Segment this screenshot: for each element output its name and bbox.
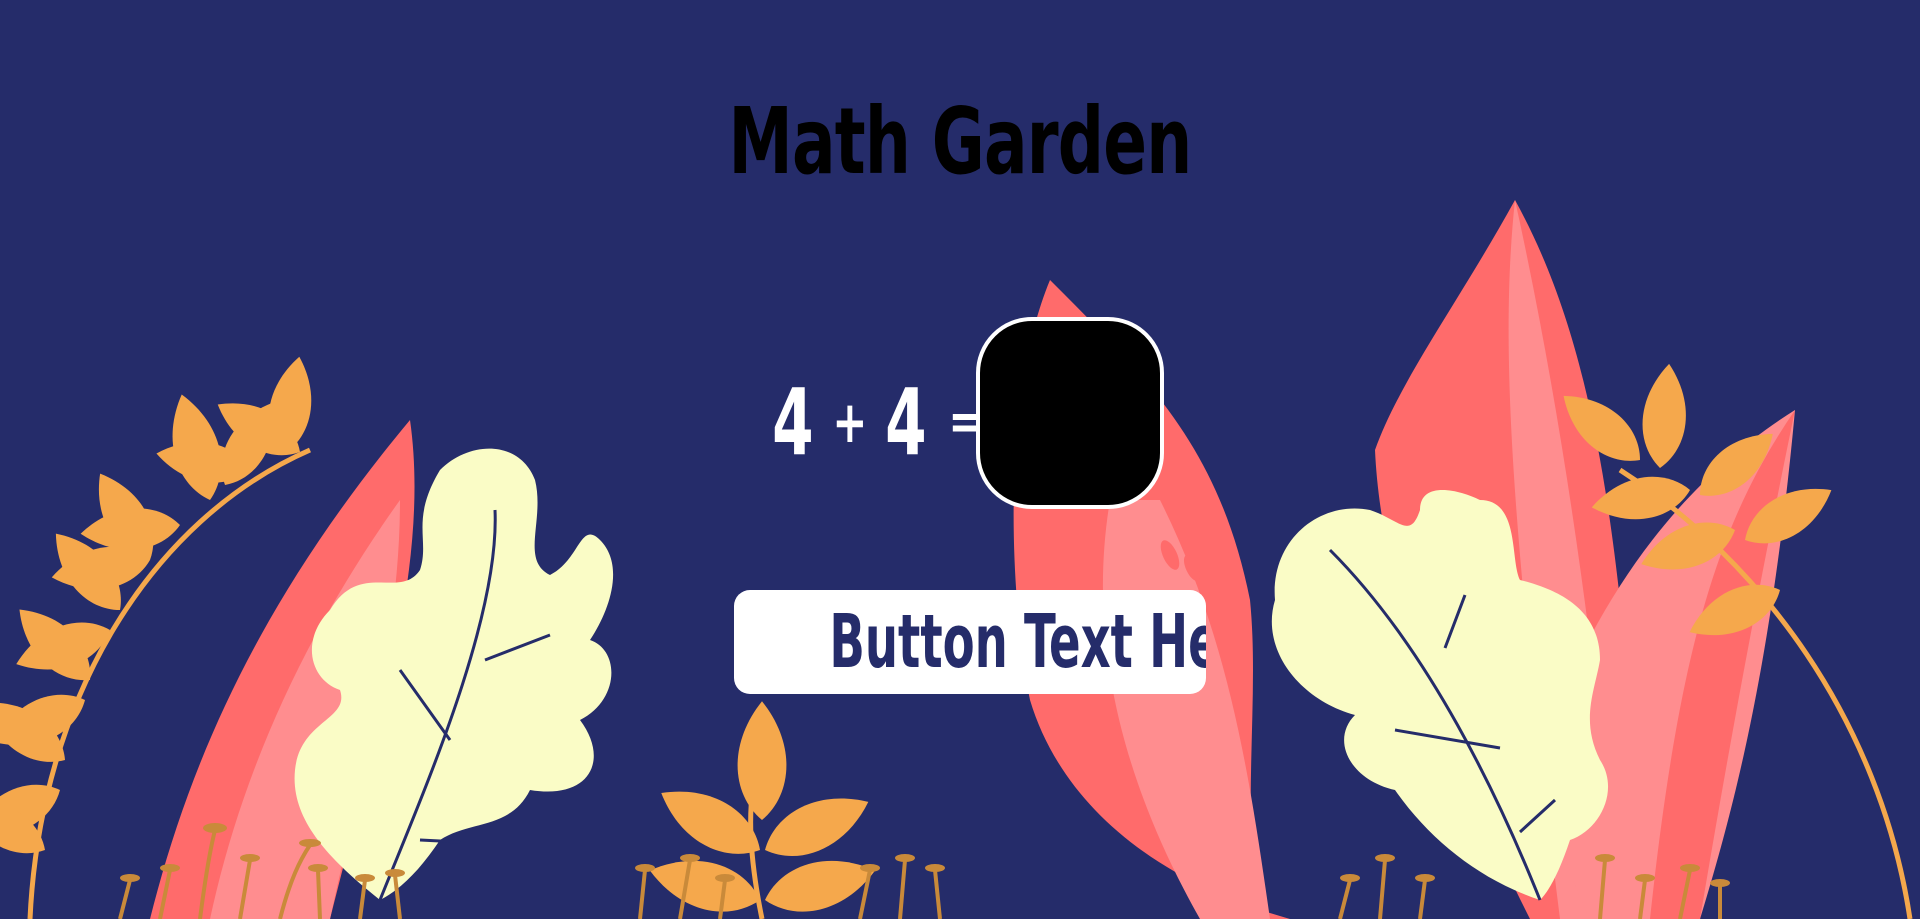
answer-drawing-canvas[interactable] [976, 317, 1164, 509]
left-plant-group [0, 353, 614, 919]
operand-a: 4 [772, 368, 814, 476]
operand-b: 4 [885, 368, 927, 476]
right-plant-group [1271, 200, 1913, 919]
action-button[interactable]: Button Text Here [734, 590, 1206, 694]
page-title: Math Garden [728, 88, 1193, 195]
orange-fern-leaf-icon [643, 701, 882, 919]
math-question: 4 + 4 = [764, 362, 998, 482]
operator: + [831, 388, 867, 456]
action-button-label: Button Text Here [829, 599, 1206, 685]
